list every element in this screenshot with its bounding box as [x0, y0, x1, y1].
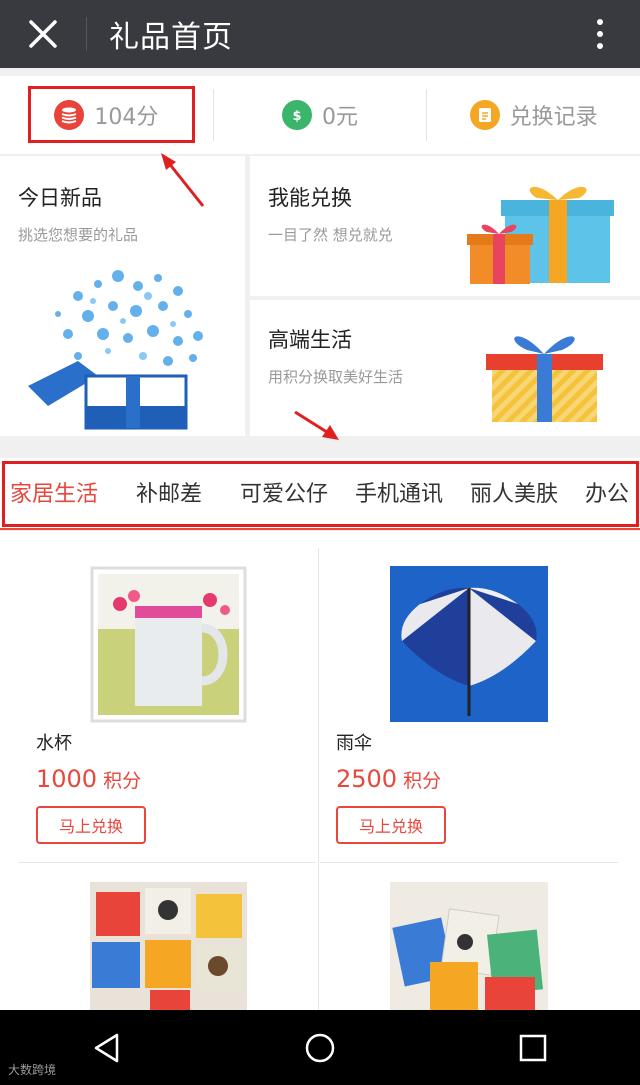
product-name: 雨伞: [336, 733, 372, 754]
redeem-button[interactable]: 马上兑换: [336, 806, 446, 844]
product-name: 水杯: [36, 733, 72, 754]
system-nav-bar: [0, 1010, 640, 1085]
product-image-umbrella[interactable]: [390, 566, 548, 722]
back-button[interactable]: [62, 1018, 152, 1078]
redeem-button[interactable]: 马上兑换: [36, 806, 146, 844]
home-button[interactable]: [275, 1018, 365, 1078]
back-triangle-icon: [94, 1033, 118, 1062]
annotation-highlight-categories: [2, 461, 639, 527]
recents-square-icon: [520, 1034, 547, 1061]
recents-button[interactable]: [488, 1018, 578, 1078]
gift-home-page: 礼品首页 104分 $ 0元 兑换记录 今日新品 挑选您想要的礼品 我能兑换 一…: [0, 0, 640, 1085]
product-price: 2500 积分: [336, 765, 442, 793]
product-image-notebooks[interactable]: [390, 882, 548, 1010]
product-price: 1000 积分: [36, 765, 142, 793]
category-divider: [0, 528, 640, 530]
product-image-pillows[interactable]: [90, 882, 247, 1010]
product-image-cup[interactable]: [90, 566, 247, 723]
watermark: 大数跨境: [8, 1063, 57, 1077]
home-circle-icon: [305, 1033, 335, 1062]
